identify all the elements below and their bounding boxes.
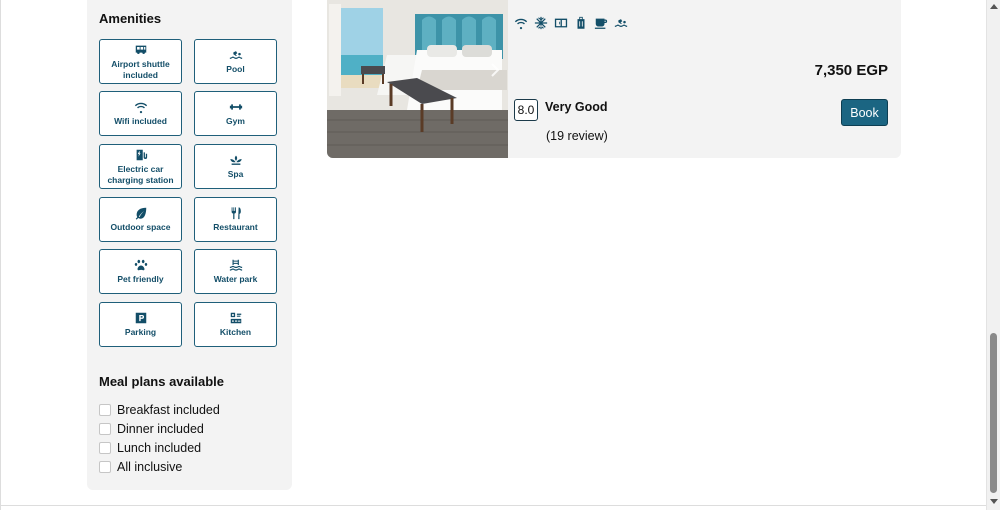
- amenity-spa[interactable]: Spa: [194, 144, 277, 189]
- rating-score-badge: 8.0: [514, 99, 538, 121]
- scroll-thumb[interactable]: [990, 333, 997, 493]
- pool-icon: [229, 48, 243, 62]
- meal-plans-title: Meal plans available: [99, 374, 225, 389]
- meal-option-label: Breakfast included: [117, 403, 220, 417]
- vertical-scrollbar[interactable]: [986, 0, 1000, 510]
- meal-option-breakfast[interactable]: Breakfast included: [99, 403, 220, 417]
- hotel-photo[interactable]: [327, 0, 508, 158]
- kitchen-icon: [229, 311, 243, 325]
- amenity-outdoor-space[interactable]: Outdoor space: [99, 197, 182, 242]
- spa-icon: [229, 153, 243, 167]
- amenity-label: Airport shuttle included: [111, 58, 170, 80]
- review-count[interactable]: (19 review): [546, 129, 608, 143]
- meal-option-dinner[interactable]: Dinner included: [99, 422, 204, 436]
- divider: [1, 505, 987, 506]
- amenity-label: Electric car charging station: [107, 163, 174, 185]
- amenity-label: Water park: [213, 274, 258, 284]
- hotel-amenity-icons: [514, 16, 628, 35]
- luggage-icon: [574, 16, 588, 35]
- snowflake-icon: [534, 16, 548, 35]
- checkbox[interactable]: [99, 404, 111, 416]
- meal-option-label: Dinner included: [117, 422, 204, 436]
- checkbox[interactable]: [99, 461, 111, 473]
- amenity-gym[interactable]: Gym: [194, 91, 277, 136]
- amenity-label: Restaurant: [213, 222, 258, 232]
- amenity-label: Kitchen: [219, 327, 252, 337]
- meal-option-all-inclusive[interactable]: All inclusive: [99, 460, 182, 474]
- amenity-label: Pet friendly: [117, 274, 164, 284]
- water-park-icon: [229, 258, 243, 272]
- amenity-parking[interactable]: Parking: [99, 302, 182, 347]
- paw-icon: [134, 258, 148, 272]
- wifi-icon: [134, 100, 148, 114]
- shuttle-icon: [134, 43, 148, 57]
- amenity-label: Wifi included: [114, 116, 167, 126]
- hotel-card[interactable]: 7,350 EGP 8.0 Very Good (19 review) Book: [327, 0, 901, 158]
- fridge-icon: [554, 16, 568, 35]
- ev-charger-icon: [134, 148, 148, 162]
- checkbox[interactable]: [99, 442, 111, 454]
- scroll-down-icon[interactable]: [990, 499, 998, 504]
- dumbbell-icon: [229, 100, 243, 114]
- utensils-icon: [229, 206, 243, 220]
- amenity-pool[interactable]: Pool: [194, 39, 277, 84]
- filters-sidebar: Amenities Airport shuttle included Pool: [87, 0, 292, 490]
- amenity-label: Gym: [226, 116, 245, 126]
- pool-icon: [614, 16, 628, 35]
- rating-label: Very Good: [545, 100, 608, 114]
- meal-option-lunch[interactable]: Lunch included: [99, 441, 201, 455]
- amenity-airport-shuttle[interactable]: Airport shuttle included: [99, 39, 182, 84]
- hotel-price: 7,350 EGP: [814, 62, 888, 79]
- leaf-icon: [134, 206, 148, 220]
- amenity-label: Spa: [227, 169, 244, 179]
- parking-icon: [134, 311, 148, 325]
- page: Amenities Airport shuttle included Pool: [0, 0, 987, 510]
- amenity-label: Parking: [124, 327, 157, 337]
- amenity-ev-charging[interactable]: Electric car charging station: [99, 144, 182, 189]
- amenity-water-park[interactable]: Water park: [194, 249, 277, 294]
- amenity-label: Pool: [226, 64, 245, 74]
- checkbox[interactable]: [99, 423, 111, 435]
- book-button[interactable]: Book: [841, 99, 888, 126]
- amenity-label: Outdoor space: [110, 222, 171, 232]
- amenities-title: Amenities: [99, 11, 162, 26]
- meal-option-label: All inclusive: [117, 460, 183, 474]
- amenity-wifi[interactable]: Wifi included: [99, 91, 182, 136]
- scroll-up-icon[interactable]: [990, 4, 998, 9]
- coffee-icon: [594, 16, 608, 35]
- wifi-icon: [514, 16, 528, 35]
- meal-option-label: Lunch included: [117, 441, 202, 455]
- amenity-pet-friendly[interactable]: Pet friendly: [99, 249, 182, 294]
- amenity-restaurant[interactable]: Restaurant: [194, 197, 277, 242]
- amenity-kitchen[interactable]: Kitchen: [194, 302, 277, 347]
